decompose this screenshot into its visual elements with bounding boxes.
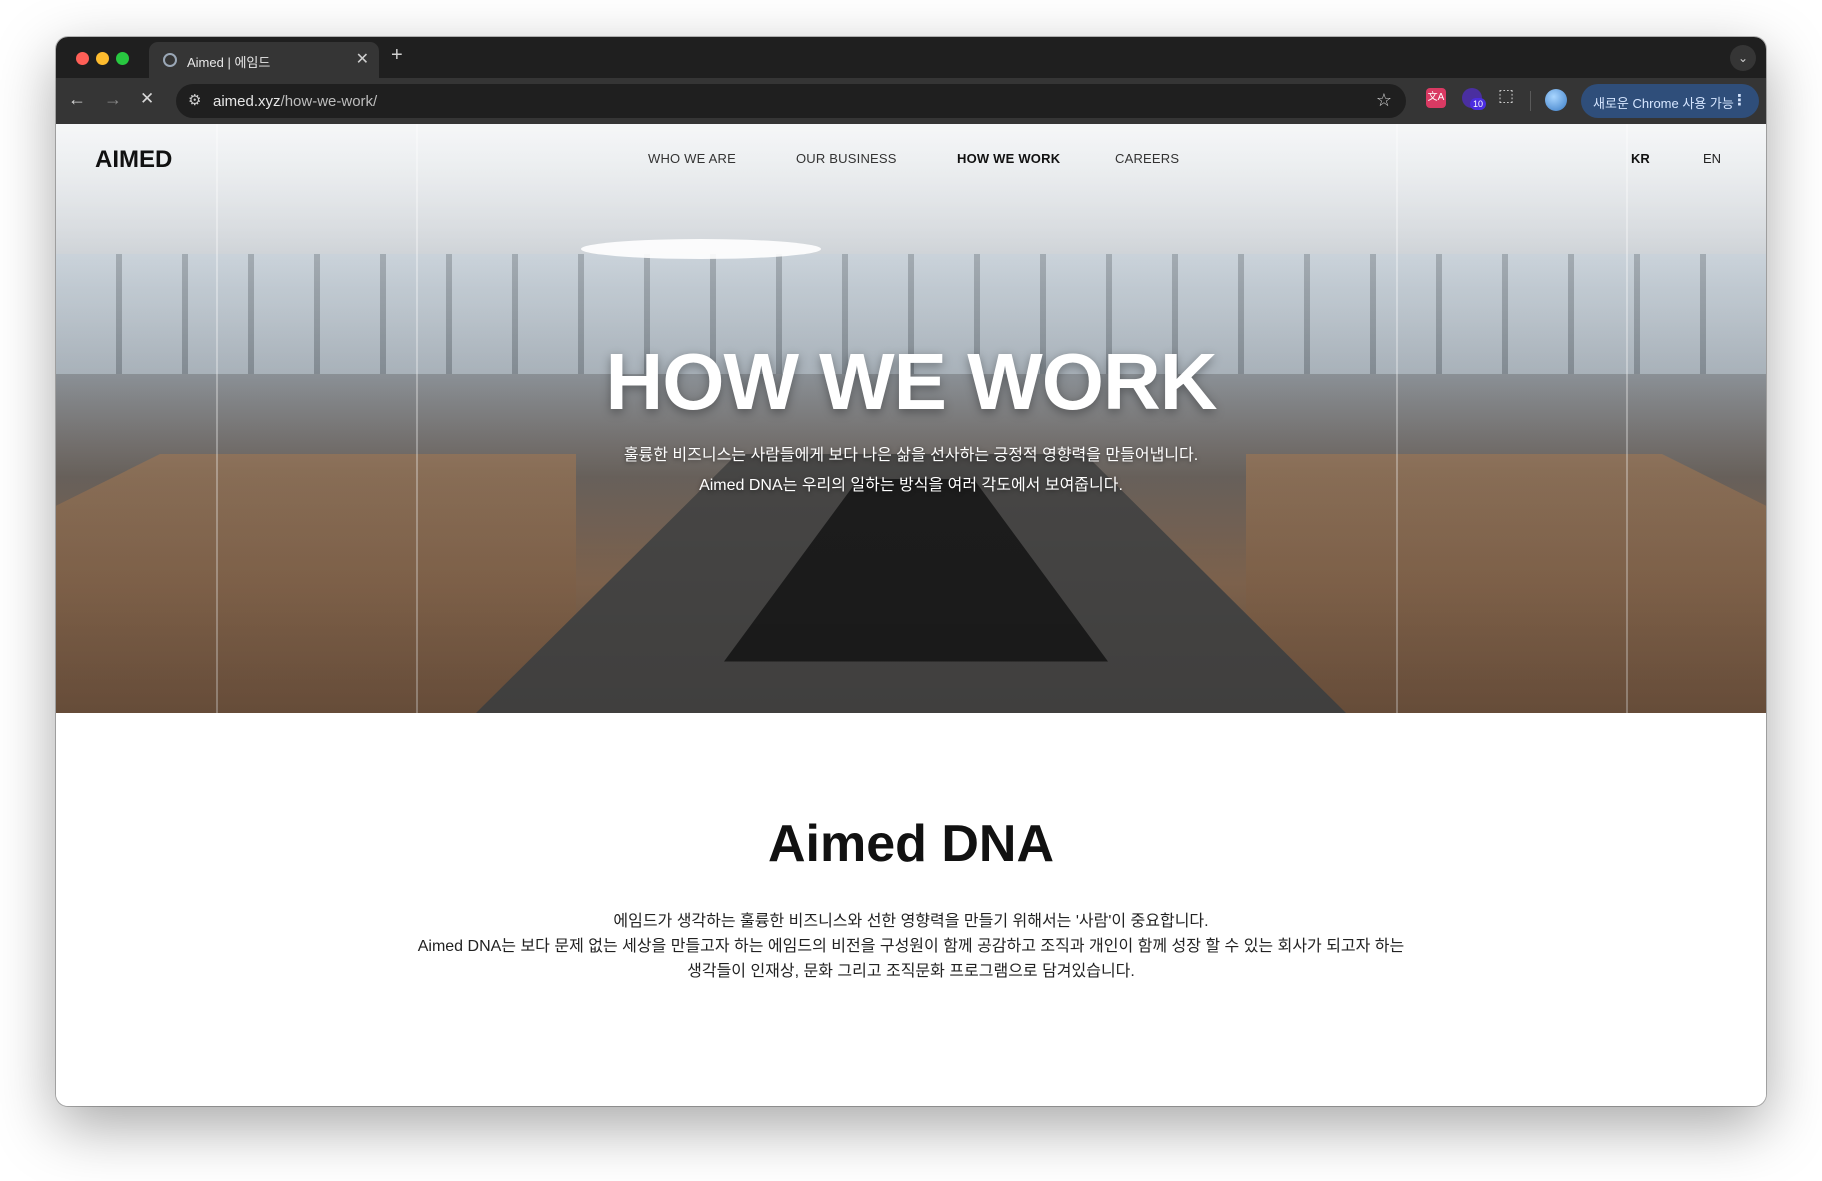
favicon-icon [163, 53, 177, 67]
new-tab-icon[interactable]: + [391, 44, 403, 67]
dna-heading: Aimed DNA [767, 815, 1055, 873]
hero-section: AIMED WHO WE ARE OUR BUSINESS HOW WE WOR… [56, 124, 1766, 713]
tab-search-icon[interactable]: ⌄ [1730, 45, 1756, 71]
tab-close-icon[interactable]: ✕ [356, 49, 369, 69]
lang-en[interactable]: EN [1703, 151, 1721, 166]
extensions-puzzle-icon[interactable]: ⬚ [1498, 86, 1518, 106]
minimize-window-button[interactable] [96, 52, 109, 65]
url-path: /how-we-work/ [280, 93, 378, 110]
nav-our-business[interactable]: OUR BUSINESS [796, 151, 897, 166]
close-window-button[interactable] [76, 52, 89, 65]
web-page: AIMED WHO WE ARE OUR BUSINESS HOW WE WOR… [56, 124, 1766, 1106]
extension-badge: 10 [1470, 98, 1487, 110]
maximize-window-button[interactable] [116, 52, 129, 65]
stop-loading-icon[interactable]: ✕ [140, 89, 154, 109]
chrome-update-button[interactable]: 새로운 Chrome 사용 가능 ⋮ [1581, 84, 1759, 118]
forward-icon[interactable]: → [104, 89, 122, 110]
nav-how-we-work[interactable]: HOW WE WORK [957, 151, 1060, 166]
nav-careers[interactable]: CAREERS [1115, 151, 1179, 166]
dna-text-line1: 에임드가 생각하는 훌륭한 비즈니스와 선한 영향력을 만들기 위해서는 '사람… [613, 913, 1209, 930]
site-logo[interactable]: AIMED [95, 146, 172, 174]
nav-who-we-are[interactable]: WHO WE ARE [648, 151, 736, 166]
site-settings-icon[interactable]: ⚙ [188, 91, 201, 109]
toolbar-divider [1530, 91, 1531, 111]
translate-extension-icon[interactable]: 文A [1426, 88, 1446, 108]
url-text: aimed.xyz/how-we-work/ [213, 93, 377, 110]
browser-toolbar: ← → ✕ ⚙ aimed.xyz/how-we-work/ ☆ 文A 10 ⬚… [56, 78, 1766, 124]
lang-kr[interactable]: KR [1631, 151, 1650, 166]
dna-text-line2: Aimed DNA는 보다 문제 없는 세상을 만들고자 하는 에임드의 비전을… [417, 938, 1405, 955]
address-bar[interactable]: ⚙ aimed.xyz/how-we-work/ ☆ [176, 84, 1406, 118]
bookmark-star-icon[interactable]: ☆ [1376, 90, 1392, 111]
hero-title: HOW WE WORK [605, 337, 1217, 426]
tab-title: Aimed | 에임드 [187, 55, 271, 70]
more-menu-icon[interactable]: ⋮ [1732, 91, 1747, 109]
tab-aimed[interactable]: Aimed | 에임드 ✕ [149, 42, 379, 78]
browser-window: Aimed | 에임드 ✕ + ⌄ ← → ✕ ⚙ aimed.xyz/how-… [56, 37, 1766, 1106]
back-icon[interactable]: ← [68, 89, 86, 110]
url-host: aimed.xyz [213, 93, 281, 110]
tab-strip: Aimed | 에임드 ✕ + ⌄ [56, 37, 1766, 78]
chrome-update-label: 새로운 Chrome 사용 가능 [1593, 96, 1734, 111]
hero-subtitle-line2: Aimed DNA는 우리의 일하는 방식을 여러 각도에서 보여줍니다. [699, 477, 1123, 494]
hero-subtitle-line1: 훌륭한 비즈니스는 사람들에게 보다 나은 삶을 선사하는 긍정적 영향력을 만… [623, 447, 1199, 464]
dna-text-line3: 생각들이 인재상, 문화 그리고 조직문화 프로그램으로 담겨있습니다. [687, 963, 1135, 980]
profile-avatar[interactable] [1545, 89, 1567, 111]
